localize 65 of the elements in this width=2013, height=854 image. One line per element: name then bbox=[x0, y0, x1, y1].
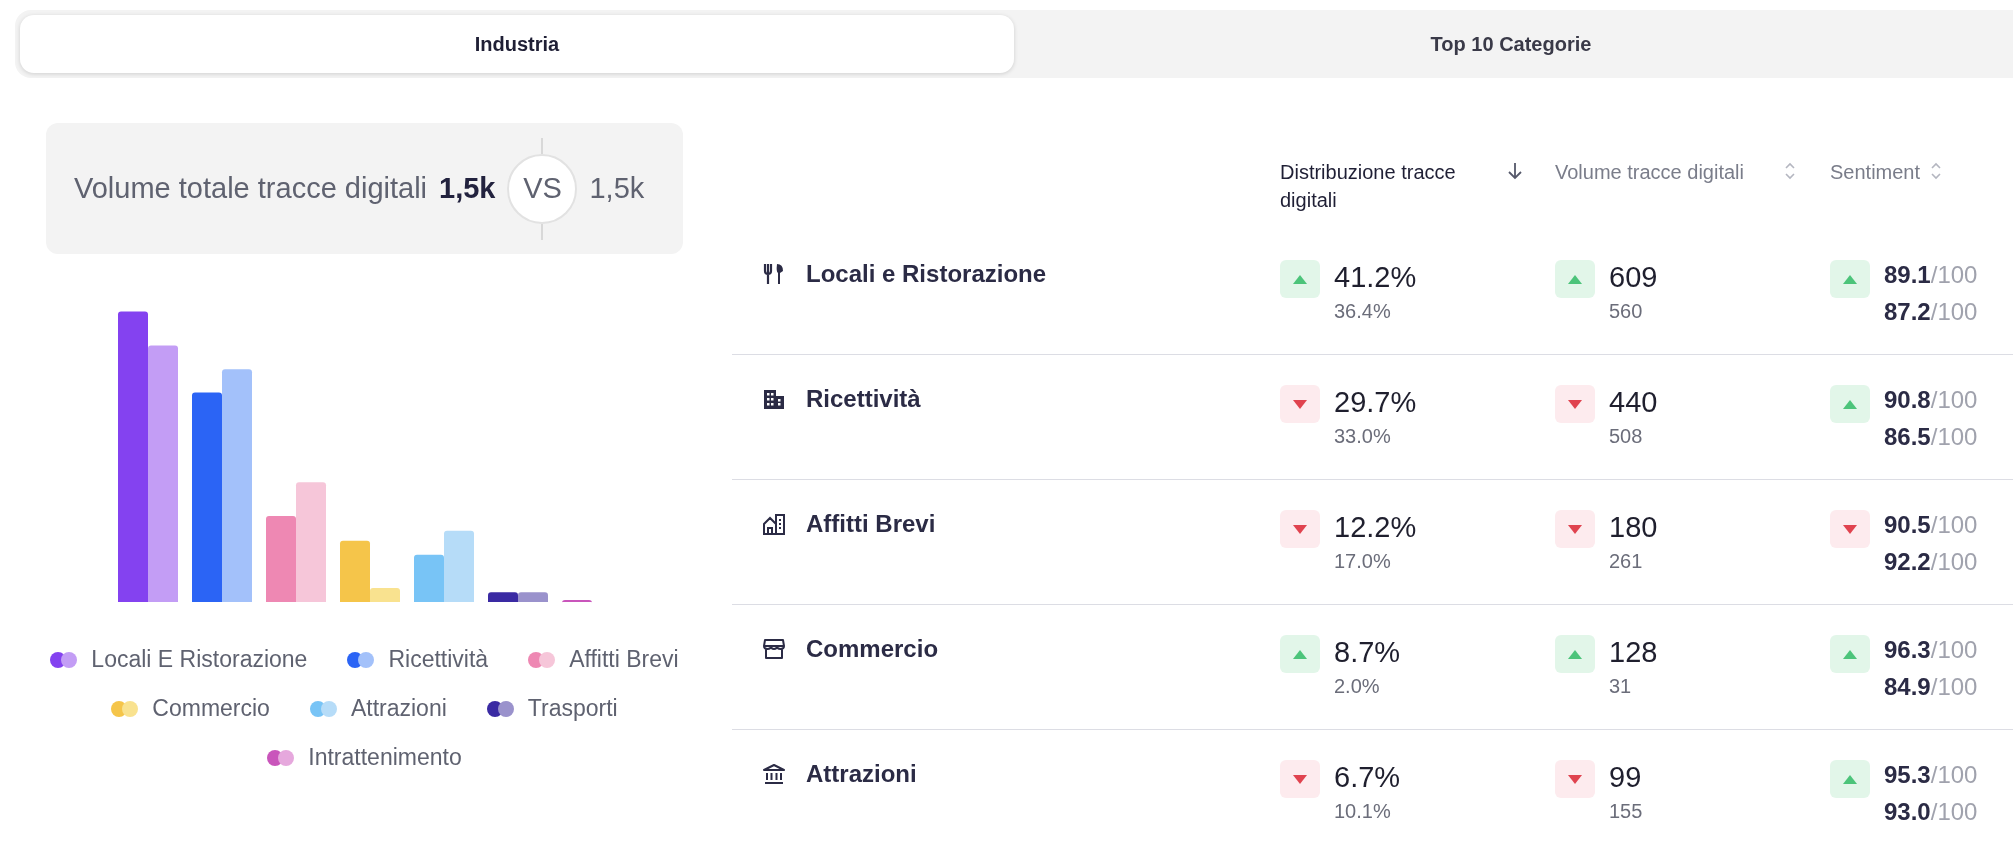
category-name: Commercio bbox=[806, 635, 939, 663]
current-value: 609 bbox=[1609, 260, 1658, 294]
cutlery-icon bbox=[762, 262, 786, 286]
legend-label: Intrattenimento bbox=[308, 744, 462, 771]
current-value: 128 bbox=[1609, 635, 1658, 669]
previous-sentiment-score: 84.9/100 bbox=[1884, 672, 1978, 702]
previous-sentiment-score: 86.5/100 bbox=[1884, 422, 1978, 452]
current-bar bbox=[340, 540, 370, 602]
previous-sentiment-score: 93.0/100 bbox=[1884, 797, 1978, 827]
legend-label: Trasporti bbox=[527, 695, 618, 722]
previous-bar bbox=[518, 592, 548, 602]
current-bar bbox=[562, 600, 592, 603]
previous-value: 2.0% bbox=[1334, 675, 1381, 698]
category-name: Locali e Ristorazione bbox=[806, 260, 1047, 288]
sort-icon[interactable] bbox=[1782, 160, 1798, 182]
sort-down-icon[interactable] bbox=[1507, 160, 1523, 182]
column-header[interactable]: Volume tracce digitali bbox=[1555, 158, 1765, 186]
previous-sentiment-score: 87.2/100 bbox=[1884, 297, 1978, 327]
building-icon bbox=[762, 387, 786, 411]
previous-value: 560 bbox=[1609, 300, 1644, 323]
previous-value: 261 bbox=[1609, 550, 1644, 573]
previous-value: 36.4% bbox=[1334, 300, 1392, 323]
sentiment-score: 95.3/100 bbox=[1884, 760, 1978, 790]
legend-label: Locali E Ristorazione bbox=[91, 646, 308, 673]
sentiment-score: 90.8/100 bbox=[1884, 385, 1978, 415]
current-bar bbox=[488, 592, 518, 602]
tab[interactable]: Industria bbox=[20, 15, 1014, 73]
legend-label: Commercio bbox=[152, 695, 270, 722]
previous-value: 508 bbox=[1609, 425, 1644, 448]
previous-value: 17.0% bbox=[1334, 550, 1392, 573]
current-value: 12.2% bbox=[1334, 510, 1417, 544]
bank-icon bbox=[762, 762, 786, 786]
vs-badge: VS bbox=[507, 153, 578, 224]
current-value: 99 bbox=[1609, 760, 1643, 794]
current-value: 6.7% bbox=[1334, 760, 1401, 794]
sentiment-score: 96.3/100 bbox=[1884, 635, 1978, 665]
current-value: 41.2% bbox=[1334, 260, 1417, 294]
previous-bar bbox=[444, 530, 474, 602]
current-value: 180 bbox=[1609, 510, 1658, 544]
column-header[interactable]: Distribuzione tracce digitali bbox=[1280, 158, 1490, 214]
previous-value: 10.1% bbox=[1334, 800, 1392, 823]
current-bar bbox=[414, 554, 444, 602]
legend-label: Affitti Brevi bbox=[569, 646, 679, 673]
legend-label: Attrazioni bbox=[350, 695, 447, 722]
category-name: Affitti Brevi bbox=[806, 510, 936, 538]
column-header[interactable]: Sentiment bbox=[1830, 158, 1921, 186]
sentiment-score: 90.5/100 bbox=[1884, 510, 1978, 540]
tab[interactable]: Top 10 Categorie bbox=[1014, 15, 2008, 73]
current-value: 440 bbox=[1609, 385, 1658, 419]
previous-value: 31 bbox=[1609, 675, 1633, 698]
previous-sentiment-score: 92.2/100 bbox=[1884, 547, 1978, 577]
summary-value: 1,5k bbox=[439, 172, 496, 205]
compare-value: 1,5k bbox=[589, 172, 645, 205]
previous-value: 155 bbox=[1609, 800, 1643, 823]
current-value: 29.7% bbox=[1334, 385, 1417, 419]
legend-label: Ricettività bbox=[388, 646, 489, 673]
category-name: Attrazioni bbox=[806, 760, 917, 788]
previous-value: 33.0% bbox=[1334, 425, 1392, 448]
summary-label: Volume totale tracce digitali bbox=[74, 172, 428, 205]
house-building-icon bbox=[762, 512, 786, 536]
current-value: 8.7% bbox=[1334, 635, 1401, 669]
category-name: Ricettività bbox=[806, 385, 921, 413]
sentiment-score: 89.1/100 bbox=[1884, 260, 1978, 290]
previous-bar bbox=[370, 587, 400, 602]
store-icon bbox=[762, 637, 786, 661]
